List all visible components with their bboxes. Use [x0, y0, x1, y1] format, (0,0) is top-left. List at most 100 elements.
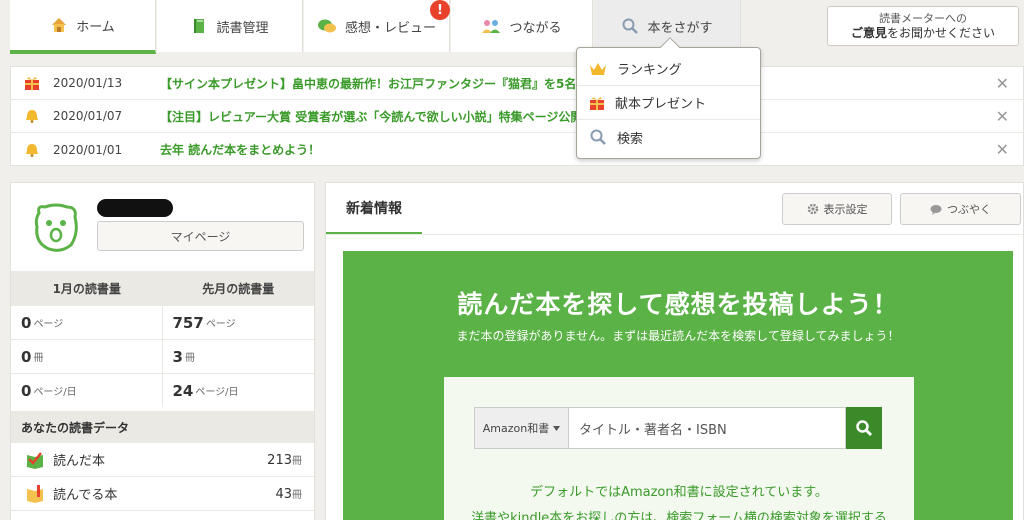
reading-stats-table: 1月の読書量 先月の読書量 0 ページ 757 ページ 0冊 3冊 0 ページ/日 2…	[11, 271, 314, 407]
mypage-button[interactable]: マイページ	[97, 221, 304, 251]
tweet-button[interactable]: つぶやく	[900, 193, 1021, 225]
search-default-note: デフォルトではAmazon和書に設定されています。	[530, 485, 828, 500]
news-panel: 新着情報 表示設定 つぶやく 読んだ本を探して感想を投稿しよう！ まだ本の登録が…	[325, 182, 1024, 520]
menu-item-gift[interactable]: 献本プレゼント	[577, 86, 760, 120]
tab-connect-label: つながる	[509, 20, 562, 36]
search-icon	[856, 420, 873, 437]
feedback-rest: をお聞かせください	[887, 26, 996, 40]
magnifier-icon	[622, 18, 639, 34]
tab-connect[interactable]: つながる	[451, 0, 593, 52]
stat-unit: ページ	[205, 319, 236, 330]
tab-reviews[interactable]: 感想・レビュー	[304, 0, 450, 52]
search-card: Amazon和書 タイトル・著者名・ISBN デフォルトではAmazon和書に設…	[444, 377, 914, 520]
tab-reading-label: 読書管理	[216, 20, 269, 36]
menu-item-ranking[interactable]: ランキング	[577, 52, 760, 86]
house-icon	[52, 18, 67, 32]
search-target-note: 洋書やkindle本をお探しの方は、検索フォーム横の検索対象を選択する	[471, 511, 887, 520]
stat-unit: ページ	[33, 319, 64, 330]
hero-banner: 読んだ本を探して感想を投稿しよう！ まだ本の登録がありません。まずは最近読んだ本…	[343, 251, 1013, 520]
menu-item-label: 検索	[617, 131, 644, 147]
stat-value: 24	[172, 381, 194, 400]
tab-find-label: 本をさがす	[647, 20, 713, 36]
last-month-header: 先月の読書量	[202, 281, 275, 296]
people-icon	[482, 20, 501, 33]
display-settings-button[interactable]: 表示設定	[782, 193, 892, 225]
book-search-form: Amazon和書 タイトル・著者名・ISBN	[474, 407, 882, 449]
close-icon[interactable]: ✕	[996, 74, 1009, 93]
divider	[326, 234, 1023, 235]
feedback-button[interactable]: 読書メーターへの ご意見をお聞かせください	[827, 6, 1019, 46]
feedback-line1: 読書メーターへの	[879, 12, 967, 25]
read-books-label: 読んだ本	[53, 454, 106, 469]
avatar[interactable]	[31, 203, 81, 253]
stat-value: 0	[21, 313, 32, 332]
reading-books-row[interactable]: 読んでる本 43冊	[11, 477, 314, 511]
notice-link[interactable]: 去年 読んだ本をまとめよう！	[160, 141, 980, 158]
stat-value: 0	[21, 347, 32, 366]
speech-bubble-icon	[317, 19, 336, 33]
search-target-select[interactable]: Amazon和書	[474, 407, 568, 449]
notice-item[interactable]: 2020/01/13 【サイン本プレゼント】畠中恵の最新作！お江戸ファンタジー『…	[11, 67, 1024, 100]
close-icon[interactable]: ✕	[996, 140, 1009, 159]
gift-icon	[590, 96, 604, 110]
bell-icon	[26, 110, 38, 123]
reading-books-count: 43冊	[275, 486, 302, 502]
search-button[interactable]	[846, 407, 882, 449]
notice-item[interactable]: 2020/01/01 去年 読んだ本をまとめよう！ ✕	[11, 133, 1024, 166]
tab-reviews-label: 感想・レビュー	[344, 20, 436, 36]
stat-unit: ページ/日	[33, 387, 77, 398]
feedback-bold: ご意見	[850, 26, 887, 40]
tweet-label: つぶやく	[947, 203, 991, 216]
read-book-icon	[27, 451, 43, 469]
notice-link[interactable]: 【サイン本プレゼント】畠中恵の最新作！お江戸ファンタジー『猫君』を5名	[160, 75, 980, 92]
tab-reading-management[interactable]: 読書管理	[157, 0, 303, 52]
stats-row: 0冊 3冊	[11, 339, 314, 373]
stat-unit: 冊	[33, 353, 44, 364]
gift-icon	[25, 77, 39, 90]
reading-books-label: 読んでる本	[53, 488, 118, 503]
feedback-line2: ご意見をお聞かせください	[828, 26, 1018, 40]
close-icon[interactable]: ✕	[996, 107, 1009, 126]
username-redacted	[97, 199, 173, 217]
reading-book-icon	[27, 484, 43, 503]
menu-item-search[interactable]: 検索	[577, 120, 760, 154]
stat-unit: ページ/日	[195, 387, 239, 398]
notice-list: 2020/01/13 【サイン本プレゼント】畠中恵の最新作！お江戸ファンタジー『…	[10, 66, 1024, 166]
reading-data-heading: あなたの読書データ	[11, 411, 314, 443]
gear-icon	[807, 203, 818, 215]
stat-value: 0	[21, 381, 32, 400]
bell-icon	[26, 143, 38, 157]
notice-date: 2020/01/07	[53, 109, 123, 123]
notice-item[interactable]: 2020/01/07 【注目】レビュアー大賞 受賞者が選ぶ「今読んで欲しい小説」…	[11, 100, 1024, 133]
stat-value: 757	[172, 313, 204, 332]
tab-news[interactable]: 新着情報	[326, 183, 422, 235]
notice-date: 2020/01/13	[53, 76, 123, 90]
chevron-down-icon	[553, 425, 561, 431]
read-books-count: 213冊	[267, 452, 302, 468]
stat-unit: 冊	[184, 353, 195, 364]
stats-row: 0 ページ/日 24 ページ/日	[11, 373, 314, 407]
search-input[interactable]: タイトル・著者名・ISBN	[568, 407, 846, 449]
stat-value: 3	[172, 347, 183, 366]
hero-subtitle: まだ本の登録がありません。まずは最近読んだ本を検索して登録してみましょう！	[456, 329, 900, 343]
menu-item-label: 献本プレゼント	[615, 97, 707, 112]
stats-row: 0 ページ 757 ページ	[11, 305, 314, 339]
find-books-dropdown: ランキング 献本プレゼント 検索	[576, 37, 761, 159]
book-icon	[194, 19, 205, 33]
menu-item-label: ランキング	[617, 63, 682, 78]
notice-link[interactable]: 【注目】レビュアー大賞 受賞者が選ぶ「今読んで欲しい小説」特集ページ公開	[160, 108, 980, 125]
speech-bubble-icon	[930, 204, 942, 215]
top-nav: ホーム 読書管理 感想・レビュー ! つながる 本をさがす 読書メーターへの ご…	[0, 0, 1024, 54]
tab-home[interactable]: ホーム	[10, 0, 156, 54]
notice-date: 2020/01/01	[53, 142, 123, 157]
tab-home-label: ホーム	[76, 19, 115, 35]
magnifier-icon	[590, 129, 606, 145]
display-settings-label: 表示設定	[823, 203, 868, 216]
search-target-value: Amazon和書	[482, 422, 550, 435]
hero-title: 読んだ本を探して感想を投稿しよう！	[457, 290, 899, 319]
read-books-row[interactable]: 読んだ本 213冊	[11, 443, 314, 477]
notification-badge: !	[430, 0, 450, 20]
crown-icon	[590, 62, 606, 75]
this-month-header: 1月の読書量	[52, 281, 121, 296]
profile-panel: マイページ 1月の読書量 先月の読書量 0 ページ 757 ページ 0冊 3冊 0ペ…	[10, 182, 315, 520]
